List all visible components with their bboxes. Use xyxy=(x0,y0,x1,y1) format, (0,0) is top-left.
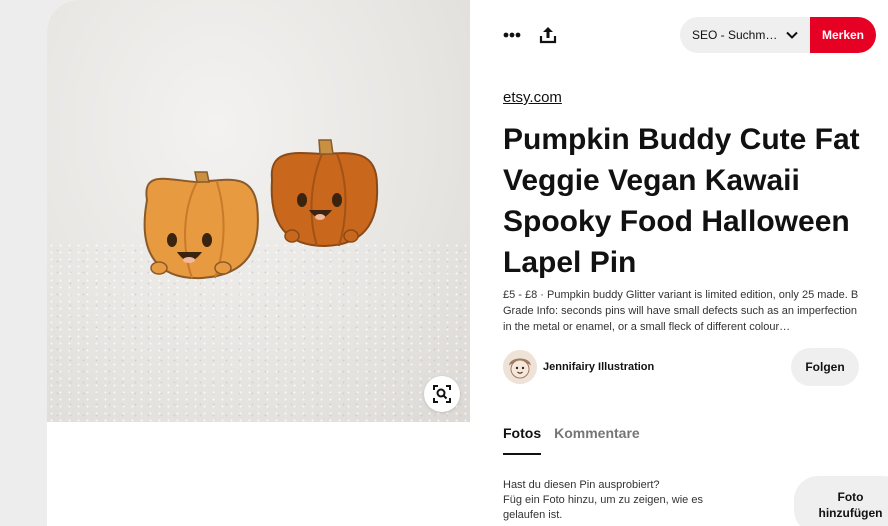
board-select-value: SEO - Suchmas... xyxy=(692,28,778,42)
save-button[interactable]: Merken xyxy=(810,17,876,53)
tabs: Fotos Kommentare xyxy=(503,425,640,455)
source-link[interactable]: etsy.com xyxy=(503,89,562,106)
creator-row: Jennifairy Illustration Folgen xyxy=(503,348,863,388)
pin-description: £5 - £8 · Pumpkin buddy Glitter variant … xyxy=(503,289,859,333)
pin-details: SEO - Suchmas... Merken etsy.com Pumpkin… xyxy=(470,0,888,526)
add-photo-button[interactable]: Foto hinzufügen xyxy=(794,476,888,526)
glitter-pumpkin-pin xyxy=(270,139,379,248)
visual-search-icon[interactable] xyxy=(424,376,460,412)
tried-prompt-line2: Füg ein Foto hinzu, um zu zeigen, wie es… xyxy=(503,494,703,521)
chevron-down-icon xyxy=(786,31,798,39)
pin-title: Pumpkin Buddy Cute Fat Veggie Vegan Kawa… xyxy=(503,123,860,279)
image-footer-space xyxy=(47,422,470,526)
pin-toolbar: SEO - Suchmas... Merken xyxy=(470,0,888,70)
tried-prompt-line1: Hast du diesen Pin ausprobiert? xyxy=(503,479,660,491)
pumpkin-pins-illustration xyxy=(143,139,379,280)
orange-pumpkin-pin xyxy=(143,171,259,280)
tried-prompt: Hast du diesen Pin ausprobiert? Füg ein … xyxy=(503,478,733,523)
tab-photos[interactable]: Fotos xyxy=(503,425,542,455)
follow-button[interactable]: Folgen xyxy=(791,348,859,386)
share-upload-icon[interactable] xyxy=(533,20,563,50)
board-select[interactable]: SEO - Suchmas... xyxy=(680,17,810,53)
more-horizontal-icon[interactable] xyxy=(497,20,527,50)
tab-comments[interactable]: Kommentare xyxy=(554,425,640,455)
pin-closeup-card: SEO - Suchmas... Merken etsy.com Pumpkin… xyxy=(47,0,888,526)
pin-image[interactable] xyxy=(47,0,470,422)
avatar[interactable] xyxy=(503,350,537,384)
creator-name[interactable]: Jennifairy Illustration xyxy=(543,361,654,373)
